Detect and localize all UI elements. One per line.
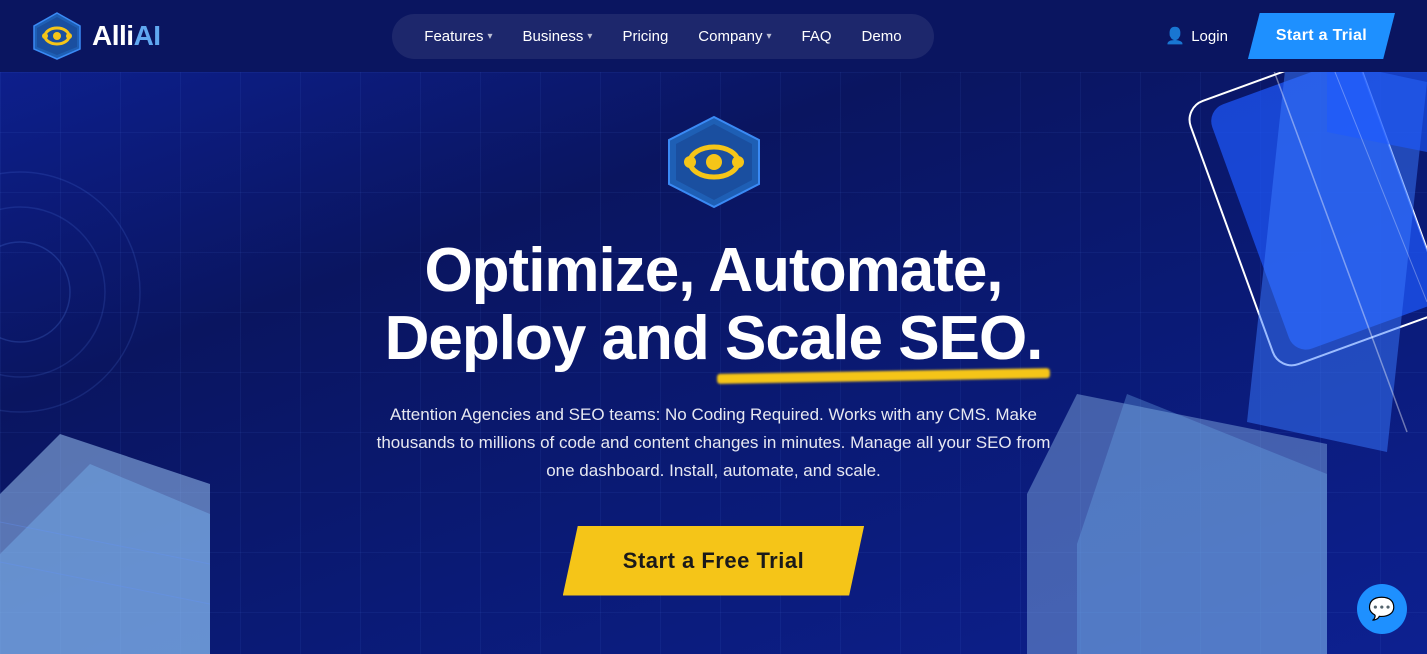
start-trial-button[interactable]: Start a Trial (1248, 13, 1395, 59)
logo[interactable]: AlliAI (32, 11, 161, 61)
logo-icon (32, 11, 82, 61)
nav-business[interactable]: Business ▾ (511, 22, 605, 51)
navbar: AlliAI Features ▾ Business ▾ Pricing Com… (0, 0, 1427, 72)
nav-demo[interactable]: Demo (850, 22, 914, 51)
hero-logo-icon (664, 112, 764, 217)
hero-headline: Optimize, Automate, Deploy and Scale SEO… (385, 237, 1043, 373)
login-button[interactable]: 👤 Login (1165, 26, 1228, 46)
chevron-down-icon: ▾ (587, 31, 592, 42)
chevron-down-icon: ▾ (767, 31, 772, 42)
hero-subtext: Attention Agencies and SEO teams: No Cod… (374, 401, 1054, 485)
nav-pricing[interactable]: Pricing (610, 22, 680, 51)
chat-bubble-button[interactable]: 💬 (1357, 584, 1407, 634)
nav-right: 👤 Login Start a Trial (1165, 13, 1395, 59)
nav-company[interactable]: Company ▾ (686, 22, 783, 51)
nav-faq[interactable]: FAQ (790, 22, 844, 51)
logo-text: AlliAI (92, 20, 161, 52)
chevron-down-icon: ▾ (488, 31, 493, 42)
nav-features[interactable]: Features ▾ (412, 22, 504, 51)
bg-circles-decoration (0, 132, 240, 432)
bg-shape-bottom-right (1027, 394, 1327, 654)
hero-section: Optimize, Automate, Deploy and Scale SEO… (0, 72, 1427, 654)
hero-headline-underlined: Scale SEO. (725, 305, 1042, 373)
bg-shape-bottom-left (0, 434, 210, 654)
nav-links: Features ▾ Business ▾ Pricing Company ▾ … (392, 14, 933, 59)
user-icon: 👤 (1165, 26, 1185, 46)
chat-icon: 💬 (1368, 596, 1395, 622)
hero-cta-button[interactable]: Start a Free Trial (563, 526, 864, 596)
